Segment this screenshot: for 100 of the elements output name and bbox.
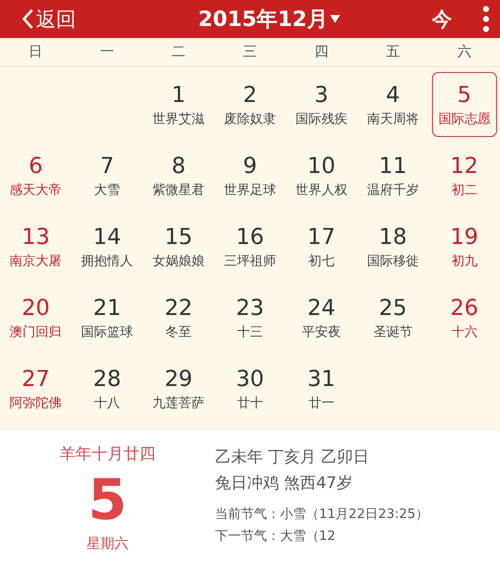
day-cell[interactable]: 3 国际残疾 [288,72,354,137]
day-note: 九莲菩萨 [152,394,205,412]
weekday-label: 五 [386,43,400,61]
ganzhi-text: 乙未年 丁亥月 乙卯日 [215,446,370,468]
day-number: 25 [378,294,407,322]
day-number: 16 [236,224,264,252]
day-note: 紫微星君 [152,182,205,198]
current-term-text: 当前节气：小雪（11月22日23:25） [215,506,429,524]
day-number: 12 [450,152,478,180]
back-icon [22,8,34,30]
day-cell[interactable]: 13 南京大屠 [3,214,68,279]
day-note: 南天周将 [366,110,419,128]
day-note: 澳门回归 [10,324,62,340]
day-note: 感天大帝 [10,182,62,198]
day-note: 圣诞节 [373,324,412,340]
day-note: 阿弥陀佛 [10,394,62,412]
day-cell[interactable]: 22 冬至 [146,285,212,350]
day-note: 国际残疾 [295,110,348,128]
weekday-label: 日 [28,43,43,61]
day-cell[interactable]: 16 三坪祖师 [217,214,283,279]
day-cell[interactable]: 11 温府千岁 [360,143,426,208]
day-number: 28 [93,366,122,394]
day-number: 2 [242,82,257,110]
selected-day-number: 5 [88,469,127,533]
day-note: 世界人权 [295,182,348,198]
day-number: 27 [22,366,50,394]
day-cell[interactable]: 27 阿弥陀佛 [3,356,68,421]
day-number: 9 [242,152,257,180]
day-number: 26 [450,294,478,322]
day-number: 7 [100,152,114,180]
day-number: 14 [93,224,122,252]
day-cell[interactable]: 6 感天大帝 [3,143,68,208]
weekday-label: 六 [457,43,472,61]
day-note: 初九 [451,252,478,270]
day-number: 20 [22,294,50,322]
day-note: 女娲娘娘 [152,252,205,270]
day-cell[interactable]: 2 废除奴隶 [217,72,283,137]
day-number: 13 [22,224,50,252]
day-note: 国际志愿 [438,110,490,128]
day-note: 世界足球 [224,182,276,198]
day-number: 15 [164,224,193,252]
day-cell[interactable]: 28 十八 [74,356,140,421]
day-cell[interactable]: 20 澳门回归 [3,285,68,350]
day-number: 1 [172,82,186,110]
day-number: 29 [164,366,193,394]
month-title[interactable]: 2015年12月 [198,5,328,33]
day-note: 十八 [94,394,120,412]
day-cell[interactable]: 24 平安夜 [288,285,354,350]
day-cell[interactable]: 26 十六 [432,285,497,350]
day-note: 初二 [451,182,478,198]
lunar-date: 羊年十月廿四 [60,444,156,465]
day-cell[interactable]: 9 世界足球 [217,143,283,208]
day-note: 十六 [451,324,478,340]
day-note: 三坪祖师 [224,252,276,270]
day-cell[interactable]: 31 廿一 [288,356,354,421]
day-number: 6 [28,152,43,180]
day-cell[interactable]: 29 九莲菩萨 [146,356,212,421]
day-note: 废除奴隶 [224,110,276,128]
day-note: 世界艾滋 [152,110,205,128]
day-note: 大雪 [94,182,120,198]
day-cell[interactable]: 30 廿十 [217,356,283,421]
weekday-label: 二 [172,43,186,61]
day-number: 19 [450,224,478,252]
day-number: 18 [378,224,407,252]
day-cell[interactable]: 23 十三 [217,285,283,350]
day-cell[interactable]: 12 初二 [432,143,497,208]
day-cell[interactable]: 8 紫微星君 [146,143,212,208]
day-number: 11 [378,152,407,180]
day-number: 3 [314,82,328,110]
weekday-text: 星期六 [86,535,128,553]
day-cell[interactable]: 18 国际移徙 [360,214,426,279]
day-number: 5 [457,82,472,110]
more-icon[interactable] [482,6,490,32]
day-cell[interactable]: 7 大雪 [74,143,140,208]
day-cell[interactable]: 17 初七 [288,214,354,279]
day-cell[interactable]: 4 南天周将 [360,72,426,137]
day-number: 23 [236,294,264,322]
day-note: 国际篮球 [81,324,134,340]
day-cell[interactable]: 15 女娲娘娘 [146,214,212,279]
clash-text: 兔日冲鸡 煞西47岁 [215,472,354,494]
day-number: 8 [172,152,186,180]
day-number: 21 [93,294,122,322]
day-cell[interactable]: 19 初九 [432,214,497,279]
weekday-label: 一 [100,43,114,61]
day-note: 国际移徙 [366,252,419,270]
day-cell[interactable]: 5 国际志愿 [432,72,497,137]
today-button[interactable]: 今 [432,6,452,32]
day-cell[interactable]: 1 世界艾滋 [146,72,212,137]
day-cell[interactable]: 25 圣诞节 [360,285,426,350]
day-cell[interactable]: 14 拥抱情人 [74,214,140,279]
day-number: 4 [386,82,400,110]
day-number: 17 [307,224,336,252]
day-note: 廿十 [236,394,263,412]
day-number: 10 [307,152,336,180]
day-note: 廿一 [308,394,334,412]
day-cell[interactable]: 10 世界人权 [288,143,354,208]
back-button[interactable]: 返回 [22,6,76,32]
dropdown-icon[interactable] [330,15,340,23]
day-cell[interactable]: 21 国际篮球 [74,285,140,350]
day-note: 平安夜 [302,324,341,340]
